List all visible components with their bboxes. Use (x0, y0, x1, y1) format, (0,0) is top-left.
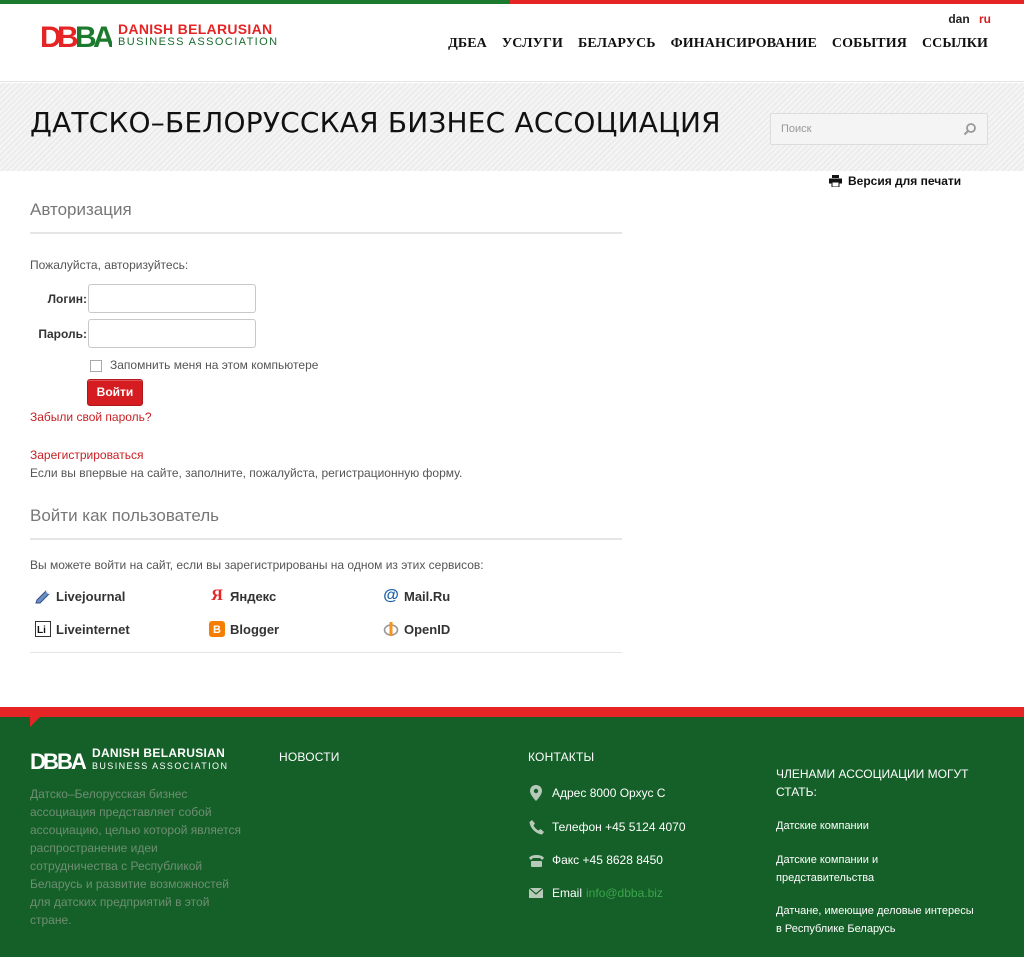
social-section-title: Войти как пользователь (30, 506, 622, 540)
provider-liveinternet[interactable]: Li Liveinternet (34, 620, 130, 638)
address-text: Адрес 8000 Орхус С (552, 786, 666, 800)
register-link[interactable]: Зарегистрироваться (30, 448, 143, 462)
members-item[interactable]: Датские компании (776, 817, 986, 835)
print-label: Версия для печати (848, 174, 962, 188)
forgot-password-link[interactable]: Забыли свой пароль? (30, 410, 152, 424)
social-note: Вы можете войти на сайт, если вы зарегис… (30, 558, 484, 572)
members-item[interactable]: Датские компании и представительства (776, 851, 926, 887)
nav-item-belarus[interactable]: БЕЛАРУСЬ (578, 36, 656, 52)
login-label: Логин: (47, 291, 87, 306)
svg-text:B: B (57, 749, 72, 771)
yandex-icon: Я (211, 587, 223, 604)
nav-item-financing[interactable]: ФИНАНСИРОВАНИЕ (671, 36, 817, 52)
provider-openid[interactable]: OpenID (382, 620, 450, 638)
phone-text: Телефон +45 5124 4070 (552, 820, 686, 834)
footer-news-heading[interactable]: НОВОСТИ (279, 750, 340, 764)
footer-logo-mark: DBBA (30, 749, 86, 771)
contact-fax: Факс +45 8628 8450 (528, 852, 663, 868)
remember-me[interactable]: Запомнить меня на этом компьютере (90, 357, 318, 372)
search-box (770, 113, 988, 145)
provider-label: Livejournal (56, 588, 126, 604)
openid-icon (382, 620, 400, 638)
provider-label: Яндекс (230, 588, 277, 604)
envelope-icon (528, 885, 544, 901)
language-switcher: dan ru (942, 12, 991, 26)
remember-checkbox[interactable] (90, 360, 102, 372)
nav-item-services[interactable]: УСЛУГИ (502, 36, 563, 52)
register-note: Если вы впервые на сайте, заполните, пож… (30, 466, 463, 480)
contact-email: Email info@dbba.biz (528, 885, 663, 901)
main-nav: ДБЕА УСЛУГИ БЕЛАРУСЬ ФИНАНСИРОВАНИЕ СОБЫ… (433, 36, 988, 52)
provider-livejournal[interactable]: Livejournal (34, 587, 125, 605)
footer-red-bar (0, 707, 1024, 717)
auth-section-title: Авторизация (30, 200, 622, 234)
members-item[interactable]: Датчане, имеющие деловые интересы в Респ… (776, 902, 976, 938)
svg-text:Li: Li (37, 625, 46, 636)
page-title: ДАТСКО–БЕЛОРУССКАЯ БИЗНЕС АССОЦИАЦИЯ (30, 106, 721, 139)
livejournal-icon (34, 587, 52, 605)
dbba-logo-mark: D B B A (40, 21, 112, 50)
logo-line1: DANISH BELARUSIAN (118, 20, 273, 37)
footer-description: Датско–Белорусская бизнес ассоциация пре… (30, 787, 242, 927)
blogger-icon: B (208, 620, 226, 638)
login-input[interactable] (88, 284, 256, 313)
svg-text:A: A (93, 21, 112, 50)
site-header: D B B A DANISH BELARUSIAN BUSINESS ASSOC… (0, 4, 1024, 82)
search-icon[interactable] (963, 122, 977, 136)
login-row: Логин: (30, 284, 256, 313)
nav-item-dbea[interactable]: ДБЕА (448, 36, 487, 52)
remember-label: Запомнить меня на этом компьютере (110, 357, 319, 372)
provider-label: Liveinternet (56, 621, 130, 637)
print-version-link[interactable]: Версия для печати (829, 174, 961, 188)
login-button[interactable]: Войти (87, 379, 143, 406)
map-pin-icon (528, 785, 544, 801)
footer-notch (30, 717, 40, 727)
svg-text:B: B (213, 624, 221, 636)
footer-members: ЧЛЕНАМИ АССОЦИАЦИИ МОГУТ СТАТЬ: Датские … (776, 765, 986, 935)
site-logo[interactable]: D B B A DANISH BELARUSIAN BUSINESS ASSOC… (40, 20, 278, 50)
password-row: Пароль: (30, 319, 256, 348)
liveinternet-icon: Li (34, 620, 52, 638)
auth-prompt: Пожалуйста, авторизуйтесь: (30, 258, 189, 272)
provider-mailru[interactable]: @ Mail.Ru (382, 587, 450, 605)
footer-logo-line2: BUSINESS ASSOCIATION (92, 761, 229, 771)
phone-icon (528, 819, 544, 835)
search-input[interactable] (771, 114, 951, 144)
email-link[interactable]: info@dbba.biz (586, 886, 663, 900)
logo-line2: BUSINESS ASSOCIATION (118, 35, 279, 48)
lang-ru[interactable]: ru (979, 12, 991, 26)
title-banner: ДАТСКО–БЕЛОРУССКАЯ БИЗНЕС АССОЦИАЦИЯ (0, 83, 1024, 171)
contact-phone: Телефон +45 5124 4070 (528, 819, 686, 835)
mailru-icon: @ (383, 587, 399, 604)
svg-text:B: B (43, 749, 58, 771)
contact-address: Адрес 8000 Орхус С (528, 785, 665, 801)
members-heading: ЧЛЕНАМИ АССОЦИАЦИИ МОГУТ СТАТЬ: (776, 767, 969, 799)
footer-logo-line1: DANISH BELARUSIAN (92, 746, 226, 760)
footer-contacts-heading: КОНТАКТЫ (528, 750, 595, 764)
provider-blogger[interactable]: B Blogger (208, 620, 279, 638)
fax-text: Факс +45 8628 8450 (552, 853, 663, 867)
email-label: Email (552, 886, 583, 900)
printer-icon (829, 175, 842, 187)
lang-dan[interactable]: dan (948, 12, 969, 26)
password-input[interactable] (88, 319, 256, 348)
fax-icon (528, 852, 544, 868)
password-label: Пароль: (38, 326, 87, 341)
provider-label: Blogger (230, 621, 280, 637)
provider-label: Mail.Ru (404, 588, 451, 604)
footer-logo[interactable]: DBBA DANISH BELARUSIAN BUSINESS ASSOCIAT… (30, 747, 228, 772)
nav-item-links[interactable]: ССЫЛКИ (922, 36, 988, 52)
provider-yandex[interactable]: Я Яндекс (208, 587, 276, 605)
site-footer: DBBA DANISH BELARUSIAN BUSINESS ASSOCIAT… (0, 707, 1024, 957)
svg-text:A: A (71, 749, 86, 771)
content-divider (30, 652, 622, 653)
nav-item-events[interactable]: СОБЫТИЯ (832, 36, 907, 52)
provider-label: OpenID (404, 621, 451, 637)
main-content: Авторизация Пожалуйста, авторизуйтесь: Л… (30, 200, 622, 653)
